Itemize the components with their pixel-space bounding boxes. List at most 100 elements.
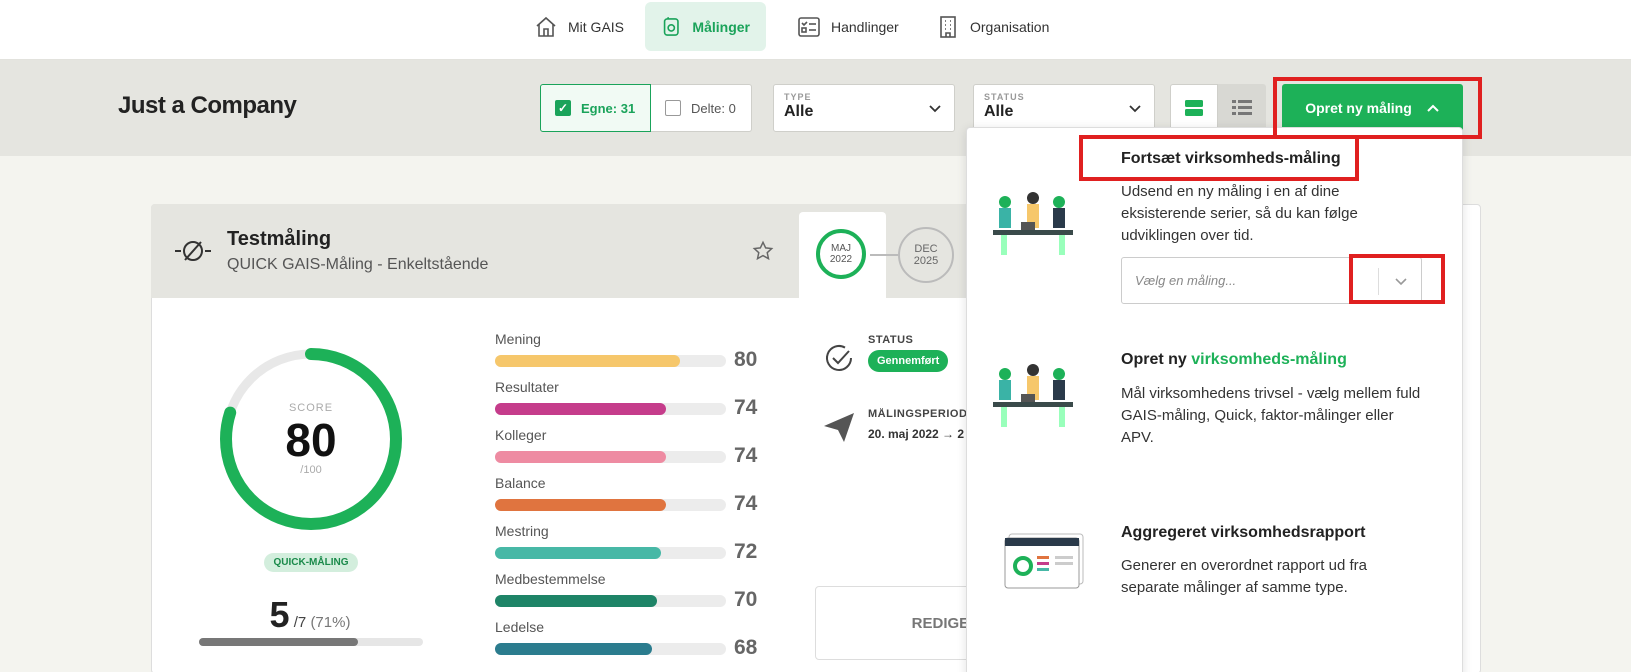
score-max: /100: [300, 464, 322, 476]
nav-item-malinger[interactable]: Målinger: [645, 2, 766, 51]
period-label: MÅLINGSPERIODE: [868, 408, 968, 420]
new-measurement-title-prefix: Opret ny: [1121, 351, 1192, 368]
response-pct: (71%): [310, 614, 351, 631]
chevron-down-icon[interactable]: [1394, 274, 1408, 288]
timeline-month: MAJ: [831, 243, 851, 254]
metric-fill: [495, 451, 666, 463]
measurement-subtitle: QUICK GAIS-Måling - Enkeltstående: [227, 256, 489, 273]
select-divider: [1378, 268, 1379, 295]
metric-fill: [495, 499, 666, 511]
nav-label: Målinger: [692, 18, 750, 35]
metric-row: Medbestemmelse 70: [495, 571, 763, 617]
continue-measurement-desc: Udsend en ny måling i en af dine eksiste…: [1121, 183, 1358, 244]
report-illustration-icon: [1004, 533, 1084, 589]
metric-name: Mening: [495, 331, 541, 347]
period-value: 20. maj 2022 → 2: [868, 427, 965, 441]
metric-name: Resultater: [495, 379, 559, 395]
nav-label: Organisation: [970, 18, 1050, 35]
aggregated-report-desc: Generer en overordnet rapport ud fra sep…: [1121, 557, 1367, 596]
filter-delte-label: Delte: 0: [691, 100, 736, 116]
create-measurement-label: Opret ny måling: [1305, 100, 1412, 116]
chevron-down-icon: [1129, 105, 1141, 113]
nav-item-handlinger[interactable]: Handlinger: [781, 2, 915, 51]
metric-track: [495, 451, 726, 463]
paper-plane-icon: [824, 413, 854, 442]
checklist-icon: [798, 16, 820, 37]
metric-fill: [495, 355, 680, 367]
metric-fill: [495, 547, 662, 559]
metric-row: Balance 74: [495, 475, 763, 521]
response-total: /7: [293, 614, 307, 631]
filter-egne-toggle[interactable]: ✓ Egne: 31: [540, 84, 651, 132]
timeline-year: 2025: [913, 255, 939, 267]
quick-measurement-icon: [175, 241, 211, 261]
type-select[interactable]: TYPE Alle: [773, 84, 955, 132]
continue-measurement-title[interactable]: Fortsæt virksomheds-måling: [1121, 150, 1341, 168]
measurement-title[interactable]: Testmåling: [227, 228, 331, 251]
metric-track: [495, 643, 726, 655]
response-ratio: 5 /7 (71%): [200, 594, 420, 636]
measurement-series-select[interactable]: Vælg en måling...: [1121, 257, 1422, 304]
check-icon: ✓: [555, 100, 571, 116]
metric-track: [495, 403, 726, 415]
status-select-value: Alle: [984, 103, 1014, 120]
card-header: [151, 204, 794, 298]
metric-name: Kolleger: [495, 427, 547, 443]
chevron-up-icon: [1427, 104, 1439, 112]
metric-value: 70: [734, 588, 758, 611]
response-progress-bar: [199, 638, 423, 646]
metric-track: [495, 547, 726, 559]
metric-name: Ledelse: [495, 619, 545, 635]
house-icon: [536, 16, 556, 37]
status-label: STATUS: [868, 334, 914, 346]
nav-label: Handlinger: [831, 18, 899, 35]
new-measurement-desc: Mål virksomhedens trivsel - vælg mellem …: [1121, 385, 1421, 446]
filter-egne-label: Egne: 31: [581, 100, 636, 116]
metric-track: [495, 595, 726, 607]
type-select-label: TYPE: [784, 92, 812, 102]
status-select-label: STATUS: [984, 92, 1025, 102]
timeline-connector: [870, 254, 898, 256]
card-view-icon: [1185, 100, 1203, 116]
metric-value: 74: [734, 396, 758, 419]
response-progress-fill: [199, 638, 359, 646]
metric-fill: [495, 595, 657, 607]
score-value: 80: [285, 414, 337, 466]
list-view-button[interactable]: [1218, 84, 1266, 132]
metric-track: [495, 355, 726, 367]
checkbox-icon: [665, 100, 681, 116]
metric-name: Medbestemmelse: [495, 571, 606, 587]
timeline-node-maj-2022[interactable]: MAJ 2022: [816, 229, 866, 279]
metric-row: Ledelse 68: [495, 619, 763, 665]
status-check-icon: [826, 345, 852, 371]
nav-item-organisation[interactable]: Organisation: [920, 2, 1065, 51]
list-view-icon: [1232, 100, 1252, 115]
metric-row: Resultater 74: [495, 379, 763, 425]
timeline-year: 2022: [829, 254, 853, 265]
create-measurement-button[interactable]: Opret ny måling: [1282, 84, 1463, 132]
building-icon: [940, 15, 956, 38]
nav-item-mit-gais[interactable]: Mit GAIS: [518, 2, 640, 51]
metric-row: Mening 80: [495, 331, 763, 377]
quick-badge: QUICK-MÅLING: [264, 553, 358, 572]
timeline-node-dec-2025[interactable]: DEC 2025: [898, 227, 954, 283]
status-select[interactable]: STATUS Alle: [973, 84, 1155, 132]
chevron-down-icon: [929, 105, 941, 113]
aggregated-report-title[interactable]: Aggregeret virksomhedsrapport: [1121, 524, 1366, 542]
filter-delte-toggle[interactable]: Delte: 0: [651, 84, 752, 132]
status-badge: Gennemført: [868, 350, 949, 372]
new-measurement-title[interactable]: Opret ny virksomheds-måling: [1121, 351, 1347, 369]
team-illustration-icon: [993, 364, 1073, 427]
metric-row: Kolleger 74: [495, 427, 763, 473]
metric-name: Balance: [495, 475, 546, 491]
favorite-star-icon[interactable]: [752, 240, 774, 262]
metric-value: 74: [734, 492, 758, 515]
top-navigation: Mit GAIS Målinger Handlinger Organisatio…: [0, 0, 1631, 60]
card-view-button[interactable]: [1170, 84, 1218, 132]
metric-row: Mestring 72: [495, 523, 763, 569]
metric-fill: [495, 403, 666, 415]
company-name: Just a Company: [118, 92, 297, 119]
metric-value: 80: [734, 348, 758, 371]
metric-value: 68: [734, 636, 758, 659]
metric-name: Mestring: [495, 523, 549, 539]
